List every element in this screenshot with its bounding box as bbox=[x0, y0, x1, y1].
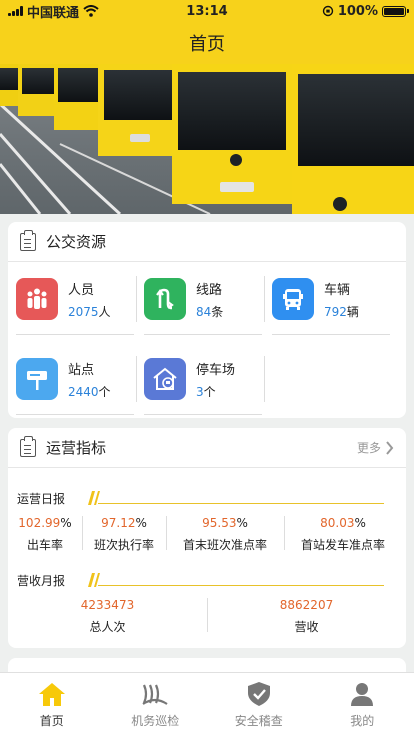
section-stripe bbox=[84, 490, 384, 506]
bus-stop-icon bbox=[16, 358, 58, 400]
page-title: 首页 bbox=[189, 34, 225, 55]
resource-grid: 人员 2075人 线路 84条 车辆 792辆 站点 2440个 停车场 3个 bbox=[8, 262, 406, 430]
resource-item-personnel[interactable]: 人员 2075人 bbox=[8, 270, 136, 328]
banner-image[interactable] bbox=[0, 64, 414, 214]
resource-item-parking[interactable]: 停车场 3个 bbox=[136, 350, 264, 408]
people-icon bbox=[16, 278, 58, 320]
resource-unit: 人 bbox=[98, 304, 111, 319]
kpi-value: 8862207 bbox=[279, 598, 334, 612]
resource-name: 站点 bbox=[68, 362, 95, 378]
grid-divider bbox=[144, 334, 262, 335]
kpi-dispatch-rate: 102.99% 出车率 bbox=[8, 516, 82, 553]
home-icon bbox=[38, 683, 65, 706]
bus-resources-card: 公交资源 人员 2075人 线路 84条 车辆 792辆 站点 2440个 停车… bbox=[8, 222, 406, 418]
resource-value: 2440 bbox=[68, 384, 99, 399]
wifi-icon bbox=[83, 5, 99, 17]
tab-label: 首页 bbox=[39, 714, 64, 728]
grid-divider bbox=[136, 276, 137, 322]
tab-home[interactable]: 首页 bbox=[0, 673, 104, 736]
resource-value: 792 bbox=[324, 304, 347, 319]
resource-value: 84 bbox=[196, 304, 212, 319]
status-bar: 中国联通 13:14 100% bbox=[0, 0, 414, 22]
kpi-value: 4233473 bbox=[80, 598, 135, 612]
signal-icon bbox=[8, 6, 23, 16]
kpi-value: 95.53 bbox=[202, 516, 237, 530]
tab-label: 我的 bbox=[350, 714, 375, 728]
carrier-label: 中国联通 bbox=[27, 5, 80, 21]
document-icon bbox=[20, 229, 36, 251]
orientation-lock-icon bbox=[322, 5, 334, 17]
tab-safety-audit[interactable]: 安全稽查 bbox=[207, 673, 311, 736]
kpi-value: 97.12 bbox=[101, 516, 136, 530]
kpi-label: 首末班次准点率 bbox=[182, 538, 267, 552]
kpi-unit: % bbox=[135, 516, 147, 530]
resource-item-routes[interactable]: 线路 84条 bbox=[136, 270, 264, 328]
resource-value: 3 bbox=[196, 384, 204, 399]
kpi-label: 首站发车准点率 bbox=[300, 538, 385, 552]
tab-label: 机务巡检 bbox=[131, 714, 180, 728]
section-stripe bbox=[84, 572, 384, 588]
grid-divider bbox=[136, 356, 137, 402]
more-label: 更多 bbox=[356, 441, 381, 455]
daily-report-label: 运营日报 bbox=[17, 492, 66, 506]
kpi-value: 80.03 bbox=[320, 516, 355, 530]
kpi-unit: % bbox=[60, 516, 72, 530]
kpi-label: 出车率 bbox=[26, 538, 63, 552]
kpi-label: 总人次 bbox=[89, 620, 126, 634]
tab-label: 安全稽查 bbox=[234, 714, 283, 728]
grid-divider bbox=[16, 414, 134, 415]
battery-icon bbox=[382, 5, 409, 17]
kpi-unit: % bbox=[354, 516, 366, 530]
more-link[interactable]: 更多 bbox=[357, 439, 394, 456]
grid-divider bbox=[144, 414, 262, 415]
resource-name: 停车场 bbox=[196, 362, 236, 378]
resource-unit: 个 bbox=[98, 384, 111, 399]
grid-divider bbox=[272, 334, 390, 335]
document-icon bbox=[20, 435, 36, 457]
kpi-label: 营收 bbox=[294, 620, 319, 634]
kpi-revenue: 8862207 营收 bbox=[207, 598, 406, 635]
bus-icon bbox=[272, 278, 314, 320]
resource-unit: 条 bbox=[211, 304, 224, 319]
shield-check-icon bbox=[247, 682, 270, 706]
route-icon bbox=[144, 278, 186, 320]
kpi-unit: % bbox=[236, 516, 248, 530]
monthly-report-label: 营收月报 bbox=[17, 574, 66, 588]
resource-name: 车辆 bbox=[324, 282, 351, 298]
battery-percent: 100% bbox=[337, 3, 378, 19]
grid-divider bbox=[264, 276, 265, 322]
operations-card: 运营指标 更多 运营日报 102.99% 出车率 97.12% 班次执行率 95… bbox=[8, 428, 406, 648]
resource-item-stops[interactable]: 站点 2440个 bbox=[8, 350, 136, 408]
resource-unit: 个 bbox=[203, 384, 216, 399]
operations-title: 运营指标 bbox=[46, 439, 107, 457]
kpi-label: 班次执行率 bbox=[93, 538, 154, 552]
resource-name: 人员 bbox=[68, 282, 95, 298]
resource-item-vehicles[interactable]: 车辆 792辆 bbox=[264, 270, 392, 328]
resource-unit: 辆 bbox=[346, 304, 359, 319]
bus-resources-title: 公交资源 bbox=[46, 233, 107, 251]
resource-name: 线路 bbox=[196, 282, 223, 298]
kpi-first-last-punctuality: 95.53% 首末班次准点率 bbox=[166, 516, 284, 553]
kpi-shift-execution-rate: 97.12% 班次执行率 bbox=[82, 516, 166, 553]
kpi-value: 102.99 bbox=[18, 516, 61, 530]
inspection-icon bbox=[142, 684, 168, 705]
status-time: 13:14 bbox=[186, 3, 228, 19]
parking-lot-icon bbox=[144, 358, 186, 400]
resource-value: 2075 bbox=[68, 304, 99, 319]
grid-divider bbox=[264, 356, 265, 402]
tab-profile[interactable]: 我的 bbox=[311, 673, 414, 736]
tab-bar: 首页 机务巡检 安全稽查 我的 bbox=[0, 672, 414, 736]
tab-inspection[interactable]: 机务巡检 bbox=[104, 673, 208, 736]
top-bar: 中国联通 13:14 100% 首页 bbox=[0, 0, 414, 64]
kpi-total-passengers: 4233473 总人次 bbox=[8, 598, 207, 635]
user-icon bbox=[351, 683, 374, 706]
chevron-right-icon bbox=[386, 440, 394, 455]
grid-divider bbox=[16, 334, 134, 335]
kpi-first-stop-punctuality: 80.03% 首站发车准点率 bbox=[284, 516, 402, 553]
